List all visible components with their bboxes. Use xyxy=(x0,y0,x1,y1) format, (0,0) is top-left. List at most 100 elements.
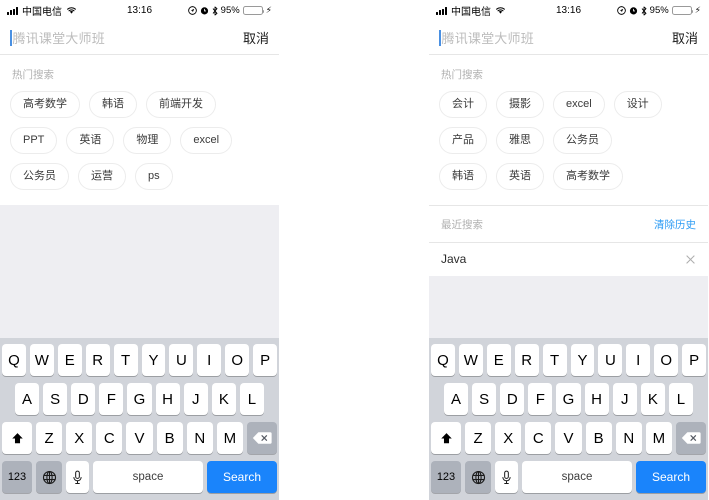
search-key[interactable]: Search xyxy=(636,461,706,493)
cancel-button[interactable]: 取消 xyxy=(662,28,698,47)
content-placeholder-area xyxy=(0,205,279,353)
key-v[interactable]: V xyxy=(555,422,582,454)
key-l[interactable]: L xyxy=(668,383,693,415)
hot-tag-chip[interactable]: 设计 xyxy=(613,91,662,118)
hot-tag-chip[interactable]: 物理 xyxy=(123,127,172,154)
hot-tag-chip[interactable]: 高考数学 xyxy=(10,91,80,118)
hot-tag-chip[interactable]: excel xyxy=(553,91,605,118)
key-v[interactable]: V xyxy=(126,422,153,454)
key-w[interactable]: W xyxy=(458,344,483,376)
key-s[interactable]: S xyxy=(43,383,68,415)
cancel-button[interactable]: 取消 xyxy=(233,28,269,47)
key-t[interactable]: T xyxy=(542,344,567,376)
microphone-icon[interactable] xyxy=(66,461,89,493)
hot-tag-chip[interactable]: 运营 xyxy=(78,163,126,190)
key-b[interactable]: B xyxy=(585,422,612,454)
key-y[interactable]: Y xyxy=(141,344,166,376)
key-c[interactable]: C xyxy=(525,422,552,454)
on-screen-keyboard[interactable]: Q W E R T Y U I O P A S D F G H J K L Z … xyxy=(0,338,279,500)
search-input[interactable]: 腾讯课堂大师班 xyxy=(10,21,233,54)
numbers-key[interactable]: 123 xyxy=(431,461,461,493)
key-i[interactable]: I xyxy=(626,344,651,376)
key-d[interactable]: D xyxy=(500,383,525,415)
key-f[interactable]: F xyxy=(99,383,124,415)
search-key[interactable]: Search xyxy=(207,461,277,493)
key-c[interactable]: C xyxy=(96,422,123,454)
key-o[interactable]: O xyxy=(225,344,250,376)
hot-tag-chip[interactable]: 英语 xyxy=(496,163,544,190)
shift-arrow-icon[interactable] xyxy=(2,422,32,454)
key-q[interactable]: Q xyxy=(1,344,26,376)
key-u[interactable]: U xyxy=(598,344,623,376)
key-a[interactable]: A xyxy=(444,383,469,415)
hot-tag-chip[interactable]: 英语 xyxy=(66,127,115,154)
recent-search-item[interactable]: Java xyxy=(429,243,708,276)
key-m[interactable]: M xyxy=(645,422,672,454)
shift-arrow-icon[interactable] xyxy=(431,422,461,454)
key-z[interactable]: Z xyxy=(36,422,63,454)
key-o[interactable]: O xyxy=(654,344,679,376)
key-s[interactable]: S xyxy=(472,383,497,415)
backspace-delete-icon[interactable] xyxy=(246,422,277,454)
key-j[interactable]: J xyxy=(183,383,208,415)
key-n[interactable]: N xyxy=(615,422,642,454)
search-input[interactable]: 腾讯课堂大师班 xyxy=(439,21,662,54)
hot-tag-chip[interactable]: 公务员 xyxy=(553,127,612,154)
key-i[interactable]: I xyxy=(197,344,222,376)
key-j[interactable]: J xyxy=(612,383,637,415)
key-n[interactable]: N xyxy=(186,422,213,454)
key-h[interactable]: H xyxy=(584,383,609,415)
hot-tag-chip[interactable]: 韩语 xyxy=(439,163,487,190)
key-p[interactable]: P xyxy=(253,344,278,376)
clear-history-button[interactable]: 清除历史 xyxy=(654,217,696,232)
key-k[interactable]: K xyxy=(211,383,236,415)
hot-tag-chip[interactable]: 雅思 xyxy=(496,127,544,154)
key-y[interactable]: Y xyxy=(570,344,595,376)
hot-tag-chip[interactable]: excel xyxy=(180,127,233,154)
key-q[interactable]: Q xyxy=(430,344,455,376)
hot-tag-chip[interactable]: 公务员 xyxy=(10,163,69,190)
key-r[interactable]: R xyxy=(85,344,110,376)
search-bar[interactable]: 腾讯课堂大师班 取消 xyxy=(429,21,708,54)
close-x-icon[interactable] xyxy=(685,254,696,265)
microphone-icon[interactable] xyxy=(495,461,518,493)
hot-tag-chip[interactable]: ps xyxy=(135,163,173,190)
on-screen-keyboard[interactable]: Q W E R T Y U I O P A S D F G H J K L Z … xyxy=(429,338,708,500)
numbers-key[interactable]: 123 xyxy=(2,461,32,493)
hot-tag-chip[interactable]: PPT xyxy=(10,127,58,154)
globe-language-icon[interactable] xyxy=(36,461,62,493)
backspace-delete-icon[interactable] xyxy=(675,422,706,454)
key-g[interactable]: G xyxy=(127,383,152,415)
space-key[interactable]: space xyxy=(93,461,203,493)
key-m[interactable]: M xyxy=(216,422,243,454)
hot-tag-chip[interactable]: 产品 xyxy=(439,127,487,154)
key-g[interactable]: G xyxy=(556,383,581,415)
key-h[interactable]: H xyxy=(155,383,180,415)
key-x[interactable]: X xyxy=(495,422,522,454)
key-w[interactable]: W xyxy=(29,344,54,376)
key-l[interactable]: L xyxy=(239,383,264,415)
key-d[interactable]: D xyxy=(71,383,96,415)
key-x[interactable]: X xyxy=(66,422,93,454)
key-b[interactable]: B xyxy=(156,422,183,454)
key-p[interactable]: P xyxy=(682,344,707,376)
key-f[interactable]: F xyxy=(528,383,553,415)
hot-tag-chip[interactable]: 前端开发 xyxy=(146,91,216,118)
hot-search-title: 热门搜索 xyxy=(441,69,483,81)
key-e[interactable]: E xyxy=(486,344,511,376)
globe-language-icon[interactable] xyxy=(465,461,491,493)
key-e[interactable]: E xyxy=(57,344,82,376)
key-r[interactable]: R xyxy=(514,344,539,376)
key-a[interactable]: A xyxy=(15,383,40,415)
hot-tag-chip[interactable]: 韩语 xyxy=(89,91,137,118)
key-t[interactable]: T xyxy=(113,344,138,376)
chip-row: PPT 英语 物理 excel xyxy=(10,127,269,154)
key-z[interactable]: Z xyxy=(465,422,492,454)
hot-tag-chip[interactable]: 高考数学 xyxy=(553,163,623,190)
search-bar[interactable]: 腾讯课堂大师班 取消 xyxy=(0,21,279,54)
space-key[interactable]: space xyxy=(522,461,632,493)
key-k[interactable]: K xyxy=(640,383,665,415)
key-u[interactable]: U xyxy=(169,344,194,376)
hot-tag-chip[interactable]: 摄影 xyxy=(496,91,544,118)
hot-tag-chip[interactable]: 会计 xyxy=(439,91,487,118)
